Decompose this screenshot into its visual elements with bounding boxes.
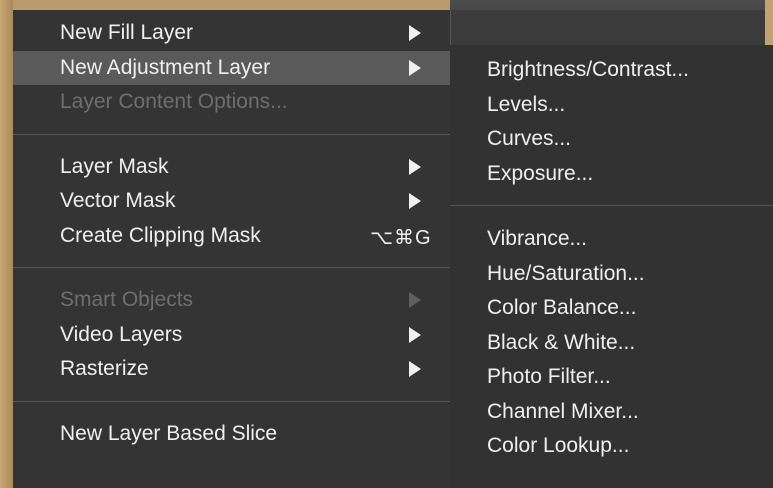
submenu-item-exposure[interactable]: Exposure... <box>450 157 773 192</box>
submenu-item-label: Color Balance... <box>487 296 637 320</box>
menu-item-label: Rasterize <box>60 357 149 381</box>
submenu-item-brightness-contrast[interactable]: Brightness/Contrast... <box>450 53 773 88</box>
menu-item-label: New Layer Based Slice <box>60 421 278 445</box>
submenu-item-label: Vibrance... <box>487 227 588 251</box>
menu-item-label: New Fill Layer <box>60 21 194 45</box>
background-edge <box>0 0 13 488</box>
menu-separator <box>13 133 450 135</box>
submenu-item-label: Exposure... <box>487 161 594 185</box>
background-edge-top <box>13 0 450 10</box>
menu-bar-area <box>450 10 765 45</box>
menu-item-label: Smart Objects <box>60 288 194 312</box>
menu-item-label: Video Layers <box>60 322 183 346</box>
submenu-item-black-white[interactable]: Black & White... <box>450 326 773 361</box>
menu-bar-strip <box>450 0 773 45</box>
submenu-item-levels[interactable]: Levels... <box>450 88 773 123</box>
submenu-arrow-icon <box>409 59 421 76</box>
submenu-arrow-icon <box>409 361 421 377</box>
menu-item-label: Create Clipping Mask <box>60 223 261 247</box>
submenu-item-label: Channel Mixer... <box>487 399 639 423</box>
menu-item-layer-mask[interactable]: Layer Mask <box>13 150 450 185</box>
menu-item-create-clipping-mask[interactable]: Create Clipping Mask ⌥⌘G <box>13 219 450 254</box>
menu-item-new-fill-layer[interactable]: New Fill Layer <box>13 16 450 51</box>
submenu-item-label: Brightness/Contrast... <box>487 58 689 82</box>
submenu-item-vibrance[interactable]: Vibrance... <box>450 222 773 257</box>
menu-separator <box>13 400 450 402</box>
menu-item-vector-mask[interactable]: Vector Mask <box>13 184 450 219</box>
menu-separator <box>13 267 450 268</box>
submenu-arrow-icon <box>409 158 421 175</box>
submenu-arrow-icon <box>409 193 421 209</box>
submenu-item-label: Photo Filter... <box>487 365 611 389</box>
menu-item-video-layers[interactable]: Video Layers <box>13 318 450 353</box>
submenu-item-label: Levels... <box>487 92 566 116</box>
submenu-item-label: Color Lookup... <box>487 434 630 458</box>
keyboard-shortcut: ⌥⌘G <box>370 226 432 249</box>
submenu-item-label: Curves... <box>487 127 572 151</box>
screen: New Fill Layer New Adjustment Layer Laye… <box>0 0 773 488</box>
menu-item-label: Layer Mask <box>60 154 169 178</box>
menu-item-new-layer-based-slice[interactable]: New Layer Based Slice <box>13 417 450 452</box>
submenu-arrow-icon <box>409 25 421 41</box>
submenu-item-color-lookup[interactable]: Color Lookup... <box>450 429 773 464</box>
menu-item-rasterize[interactable]: Rasterize <box>13 352 450 387</box>
menu-item-layer-content-options[interactable]: Layer Content Options... <box>13 85 450 120</box>
submenu-arrow-icon <box>409 326 421 343</box>
menu-item-label: New Adjustment Layer <box>60 55 271 79</box>
menu-separator <box>450 205 773 206</box>
submenu-item-color-balance[interactable]: Color Balance... <box>450 291 773 326</box>
submenu-item-label: Hue/Saturation... <box>487 261 645 285</box>
menu-item-new-adjustment-layer[interactable]: New Adjustment Layer <box>13 50 450 85</box>
menu-item-label: Vector Mask <box>60 189 176 213</box>
submenu-item-photo-filter[interactable]: Photo Filter... <box>450 360 773 395</box>
adjustment-layer-submenu: Brightness/Contrast... Levels... Curves.… <box>450 45 773 488</box>
menu-item-smart-objects[interactable]: Smart Objects <box>13 283 450 318</box>
submenu-arrow-icon <box>409 292 421 308</box>
menu-item-label: Layer Content Options... <box>60 90 288 114</box>
submenu-item-label: Black & White... <box>487 330 636 354</box>
submenu-item-channel-mixer[interactable]: Channel Mixer... <box>450 395 773 430</box>
submenu-item-curves[interactable]: Curves... <box>450 122 773 157</box>
submenu-item-hue-saturation[interactable]: Hue/Saturation... <box>450 257 773 292</box>
layer-menu: New Fill Layer New Adjustment Layer Laye… <box>13 10 450 488</box>
